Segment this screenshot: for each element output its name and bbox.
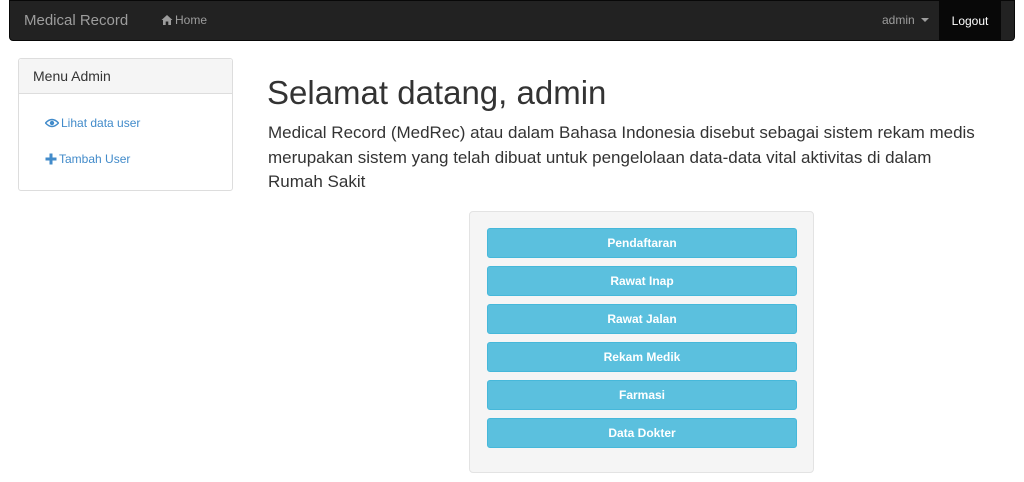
sidebar-item-label: Tambah User: [59, 152, 131, 166]
logout-button[interactable]: Logout: [939, 1, 1001, 40]
plus-icon: [45, 153, 57, 165]
admin-menu-title: Menu Admin: [19, 59, 232, 94]
rawat-jalan-button[interactable]: Rawat Jalan: [487, 304, 797, 334]
eye-icon: [45, 118, 59, 128]
rekam-medik-button[interactable]: Rekam Medik: [487, 342, 797, 372]
farmasi-button[interactable]: Farmasi: [487, 380, 797, 410]
module-button-panel: Pendaftaran Rawat Inap Rawat Jalan Rekam…: [469, 211, 814, 473]
rawat-inap-button[interactable]: Rawat Inap: [487, 266, 797, 296]
sidebar-item-tambah-user[interactable]: Tambah User: [45, 152, 130, 166]
pendaftaran-button[interactable]: Pendaftaran: [487, 228, 797, 258]
user-dropdown-label: admin: [882, 13, 915, 27]
page-title: Selamat datang, admin: [267, 74, 607, 111]
sidebar-item-lihat-data-user[interactable]: Lihat data user: [45, 116, 140, 130]
nav-home-link[interactable]: Home: [161, 13, 207, 27]
intro-paragraph: Medical Record (MedRec) atau dalam Bahas…: [268, 123, 975, 191]
user-dropdown[interactable]: admin: [882, 13, 929, 27]
brand-link[interactable]: Medical Record: [24, 12, 128, 29]
data-dokter-button[interactable]: Data Dokter: [487, 418, 797, 448]
top-navbar: Medical Record Home admin Logout: [9, 0, 1015, 41]
home-icon: [161, 15, 173, 25]
admin-menu-panel: Menu Admin Lihat data user Tambah User: [18, 58, 233, 191]
caret-down-icon: [920, 18, 929, 22]
nav-home-label: Home: [175, 13, 208, 27]
sidebar-item-label: Lihat data user: [61, 116, 141, 130]
